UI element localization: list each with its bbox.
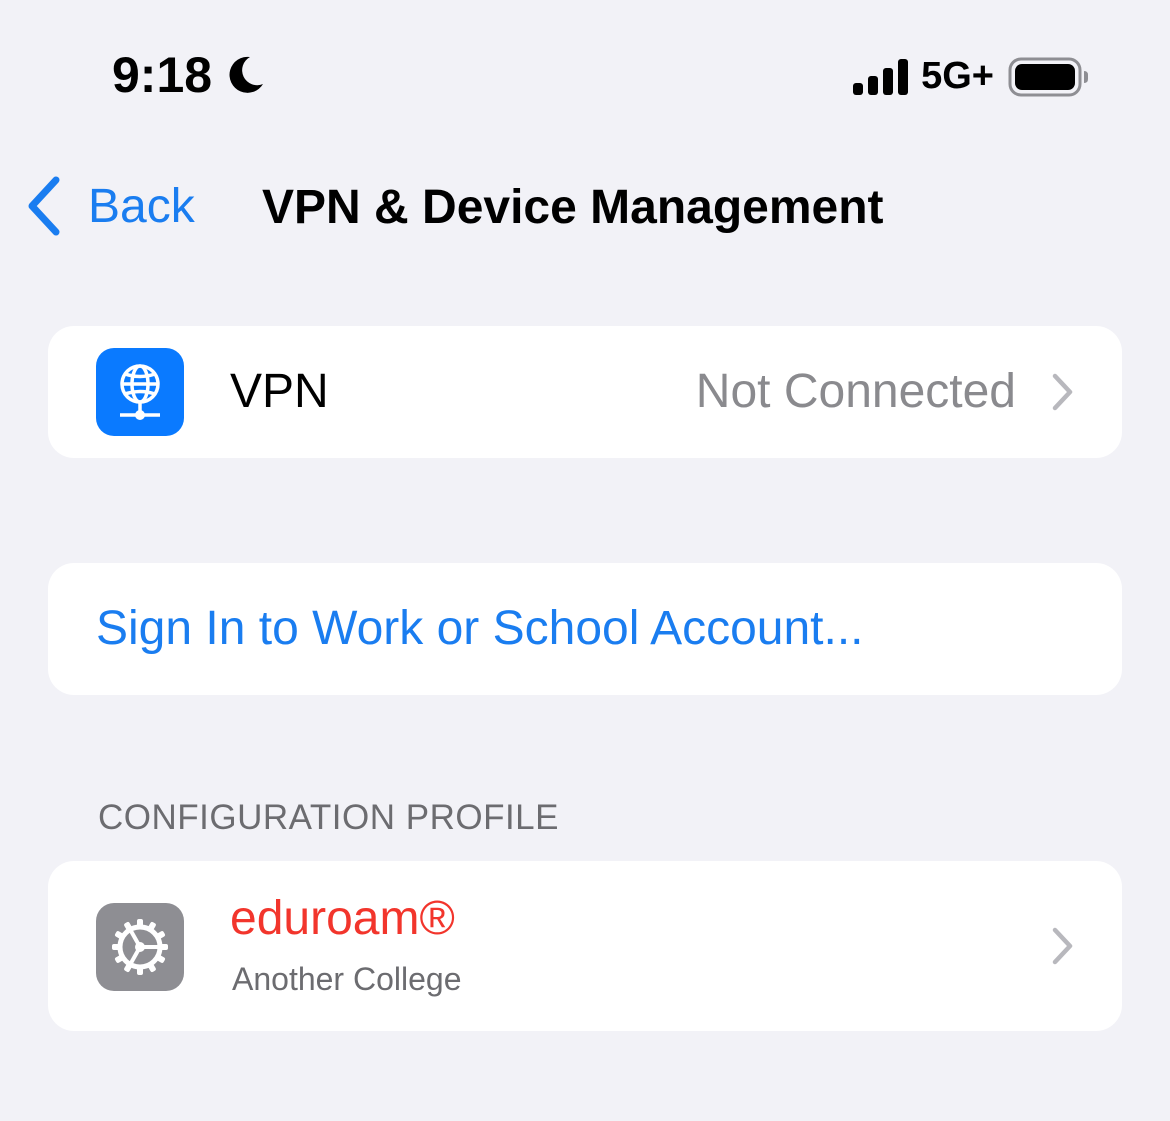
moon-icon	[229, 56, 264, 93]
configuration-profile-header: CONFIGURATION PROFILE	[98, 798, 559, 837]
sign-in-row[interactable]: Sign In to Work or School Account...	[48, 563, 1122, 695]
chevron-right-icon	[1052, 927, 1073, 965]
profile-name: eduroam®	[230, 892, 455, 945]
battery-icon	[1008, 57, 1088, 96]
back-button[interactable]: Back	[24, 174, 195, 238]
page-title: VPN & Device Management	[262, 181, 884, 234]
navigation-bar: Back VPN & Device Management	[0, 160, 1170, 256]
vpn-row[interactable]: VPN Not Connected	[48, 326, 1122, 458]
vpn-label: VPN	[230, 365, 329, 418]
globe-network-icon	[120, 364, 160, 420]
network-type: 5G+	[921, 55, 994, 97]
vpn-globe-icon	[96, 348, 184, 436]
profile-row[interactable]: eduroam® Another College	[48, 861, 1122, 1031]
gear-icon	[112, 919, 168, 975]
chevron-left-icon	[28, 176, 60, 236]
status-time-group: 9:18	[112, 46, 266, 104]
sign-in-work-school-link[interactable]: Sign In to Work or School Account...	[96, 601, 864, 656]
vpn-status-value: Not Connected	[695, 365, 1016, 418]
chevron-right-icon	[1052, 373, 1073, 411]
status-time: 9:18	[112, 47, 213, 103]
status-bar: 9:18 5G+	[0, 0, 1170, 150]
profile-organization: Another College	[232, 961, 462, 997]
back-label: Back	[88, 179, 195, 233]
settings-gear-icon	[96, 903, 184, 991]
cellular-signal-icon	[853, 58, 909, 95]
status-indicators: 5G+	[853, 55, 1090, 98]
